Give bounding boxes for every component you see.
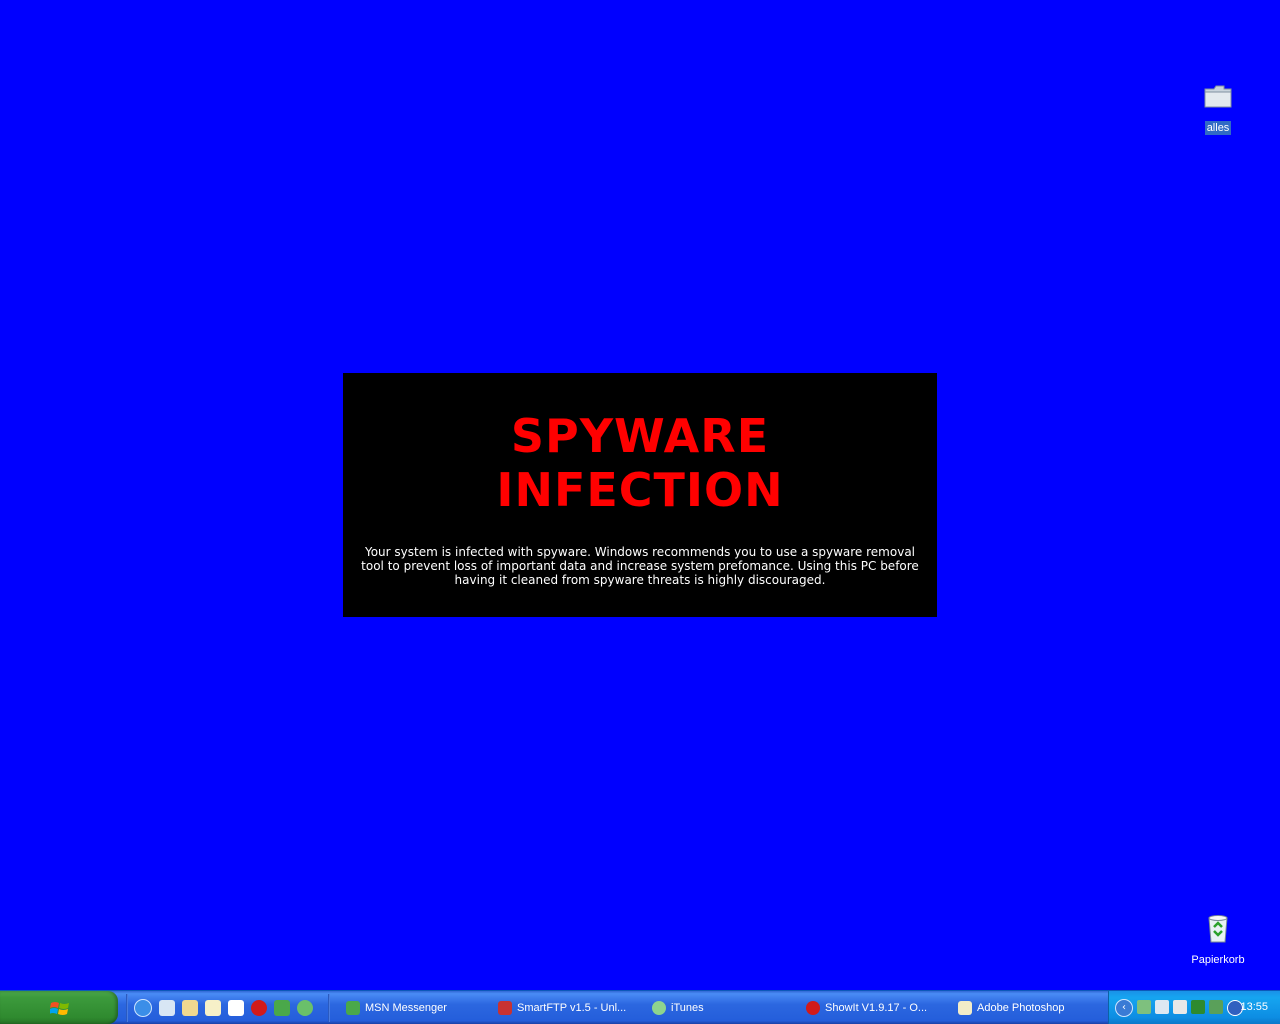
tray-icons bbox=[1137, 999, 1243, 1016]
internet-explorer-icon[interactable] bbox=[134, 998, 152, 1017]
warning-title: SPYWARE INFECTION bbox=[343, 409, 937, 517]
chevron-left-icon[interactable]: ‹ bbox=[1115, 998, 1133, 1017]
task-button-smartftp[interactable]: SmartFTP v1.5 - Unl... bbox=[492, 993, 646, 1023]
opera-icon[interactable] bbox=[251, 999, 267, 1016]
smartftp-icon bbox=[498, 1001, 512, 1015]
show-desktop-icon[interactable] bbox=[159, 999, 175, 1016]
warning-message: Your system is infected with spyware. Wi… bbox=[361, 545, 919, 587]
task-button-label: ShowIt V1.9.17 - O... bbox=[825, 1002, 928, 1014]
desktop-icon-label: Papierkorb bbox=[1191, 954, 1245, 966]
msn-icon bbox=[346, 1001, 360, 1015]
task-button-showit[interactable]: ShowIt V1.9.17 - O... bbox=[800, 993, 952, 1023]
warning-title-line1: SPYWARE bbox=[510, 409, 770, 463]
taskbar: MSN Messenger SmartFTP v1.5 - Unl... iTu… bbox=[0, 990, 1280, 1024]
quick-launch-bar bbox=[134, 991, 313, 1024]
photoshop-icon bbox=[958, 1001, 972, 1015]
desktop-icon-papierkorb[interactable]: Papierkorb bbox=[1183, 912, 1253, 967]
taskbar-divider bbox=[126, 994, 128, 1022]
media-icon[interactable] bbox=[297, 999, 313, 1016]
gmail-icon[interactable] bbox=[228, 999, 244, 1016]
start-button[interactable] bbox=[0, 991, 118, 1024]
antivirus-icon[interactable] bbox=[1209, 999, 1223, 1014]
warning-title-line2: INFECTION bbox=[496, 463, 784, 517]
itunes-icon bbox=[652, 1001, 666, 1015]
notepad-icon[interactable] bbox=[205, 999, 221, 1016]
task-button-adobe-photoshop[interactable]: Adobe Photoshop bbox=[952, 993, 1092, 1023]
clock[interactable]: 13:55 bbox=[1240, 991, 1268, 1024]
task-button-label: SmartFTP v1.5 - Unl... bbox=[517, 1002, 627, 1014]
desktop-icon-alles[interactable]: alles bbox=[1183, 80, 1253, 135]
desktop: alles SPYWARE INFECTION Your system is i… bbox=[0, 0, 1280, 990]
task-buttons: MSN Messenger SmartFTP v1.5 - Unl... iTu… bbox=[340, 993, 1092, 1023]
windows-logo-icon bbox=[50, 1002, 69, 1015]
monitor-icon[interactable] bbox=[1155, 999, 1169, 1014]
usb-icon[interactable] bbox=[1173, 999, 1187, 1014]
task-button-label: iTunes bbox=[671, 1002, 704, 1014]
task-button-msn-messenger[interactable]: MSN Messenger bbox=[340, 993, 492, 1023]
recycle-bin-icon bbox=[1202, 912, 1234, 944]
network-icon[interactable] bbox=[1137, 999, 1151, 1014]
task-button-label: MSN Messenger bbox=[365, 1002, 447, 1014]
task-button-label: Adobe Photoshop bbox=[977, 1002, 1065, 1014]
folder-icon bbox=[1202, 80, 1234, 112]
showit-icon bbox=[806, 1001, 820, 1015]
spyware-warning-panel: SPYWARE INFECTION Your system is infecte… bbox=[343, 373, 937, 617]
task-button-itunes[interactable]: iTunes bbox=[646, 993, 800, 1023]
taskbar-divider bbox=[328, 994, 330, 1022]
msn-icon[interactable] bbox=[274, 999, 290, 1016]
explorer-icon[interactable] bbox=[182, 999, 198, 1016]
battery-icon[interactable] bbox=[1191, 999, 1205, 1014]
desktop-icon-label: alles bbox=[1204, 121, 1232, 135]
system-tray: ‹ 13:55 bbox=[1108, 991, 1280, 1024]
